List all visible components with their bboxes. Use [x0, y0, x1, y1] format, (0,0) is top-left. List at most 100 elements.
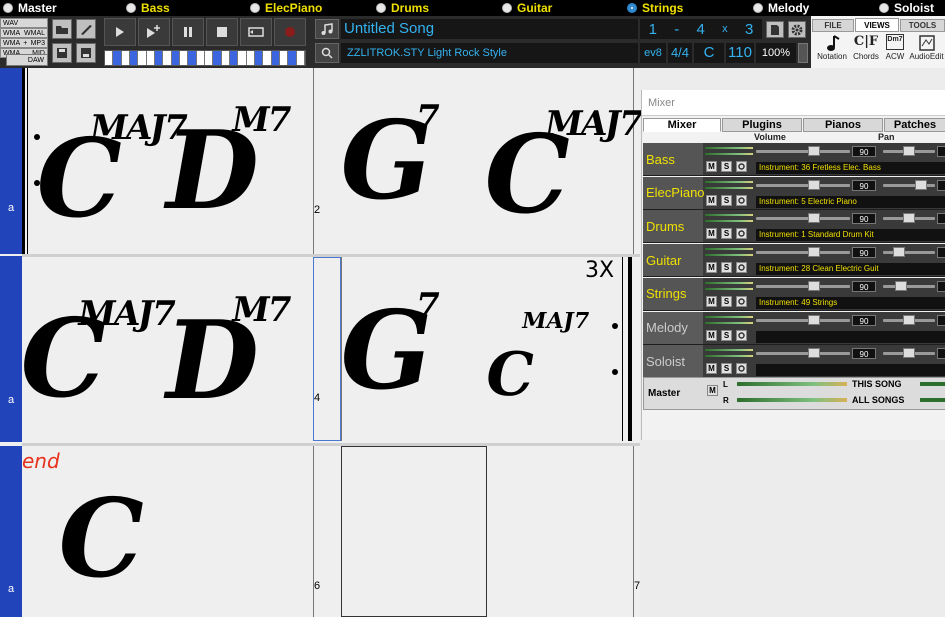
volume-value[interactable]: 90 — [852, 179, 876, 191]
song-form-button[interactable] — [766, 21, 784, 38]
track-name[interactable]: Soloist — [643, 345, 703, 378]
track-settings-button[interactable] — [736, 329, 747, 341]
pause-button[interactable] — [172, 18, 204, 46]
piano-key[interactable] — [179, 51, 189, 65]
solo-button[interactable]: S — [721, 295, 732, 307]
chord-root[interactable]: C — [47, 476, 155, 602]
track-name[interactable]: Melody — [643, 311, 703, 344]
tab-patches[interactable]: Patches — [884, 118, 945, 132]
track-settings-button[interactable] — [736, 194, 747, 206]
volume-slider[interactable] — [756, 213, 850, 224]
piano-key[interactable] — [254, 51, 264, 65]
track-settings-button[interactable] — [736, 262, 747, 274]
mute-button[interactable]: M — [706, 161, 717, 172]
piano-key[interactable] — [263, 51, 272, 65]
track-name[interactable]: Bass — [643, 143, 703, 175]
piano-key[interactable] — [204, 51, 214, 65]
piano-key[interactable] — [288, 51, 297, 65]
piano-key[interactable] — [113, 51, 122, 65]
slider-knob[interactable] — [808, 280, 820, 291]
mute-button[interactable]: M — [706, 363, 717, 375]
row-tab[interactable]: a — [0, 68, 22, 254]
song-title[interactable]: Untitled Song — [341, 19, 638, 39]
radio-drums[interactable]: Drums — [376, 0, 429, 16]
this-song-volume[interactable] — [920, 382, 945, 386]
slider-knob[interactable] — [903, 146, 915, 156]
slider-knob[interactable] — [808, 314, 820, 325]
piano-key[interactable] — [271, 51, 280, 65]
piano-key[interactable] — [163, 51, 172, 65]
reverb-value[interactable] — [937, 179, 945, 191]
slider-knob[interactable] — [808, 213, 820, 224]
piano-key[interactable] — [146, 51, 155, 65]
notation-view-button[interactable]: Notation — [814, 34, 850, 61]
tab-tools[interactable]: TOOLS — [900, 19, 945, 32]
piano-key[interactable] — [279, 51, 289, 65]
style-search-button[interactable] — [315, 43, 339, 63]
style-picker-button[interactable] — [76, 19, 96, 39]
track-name[interactable]: ElecPiano — [643, 176, 705, 209]
slider-knob[interactable] — [895, 280, 907, 291]
volume-value[interactable]: 90 — [852, 146, 876, 157]
solo-button[interactable]: S — [721, 194, 732, 206]
chords-view-button[interactable]: C|F Chords — [850, 34, 882, 61]
piano-key[interactable] — [213, 51, 222, 65]
reverb-value[interactable] — [937, 247, 945, 259]
piano-key[interactable] — [121, 51, 130, 65]
volume-slider[interactable] — [756, 348, 850, 359]
volume-slider[interactable] — [756, 314, 850, 325]
mute-button[interactable]: M — [706, 194, 717, 206]
track-settings-button[interactable] — [736, 228, 747, 240]
instrument-label[interactable] — [756, 364, 945, 377]
audioedit-view-button[interactable]: AudioEdit — [908, 34, 945, 61]
acw-view-button[interactable]: Dm7 ACW — [882, 34, 908, 61]
piano-key[interactable] — [188, 51, 197, 65]
slider-knob[interactable] — [808, 146, 820, 156]
mute-button[interactable]: M — [706, 262, 717, 274]
pan-slider[interactable] — [883, 179, 935, 190]
solo-button[interactable]: S — [721, 329, 732, 341]
play-button[interactable] — [104, 18, 136, 46]
mute-button[interactable]: M — [706, 295, 717, 307]
slider-knob[interactable] — [915, 179, 927, 190]
track-settings-button[interactable] — [736, 295, 747, 307]
reverb-value[interactable] — [937, 280, 945, 292]
empty-bar-box[interactable] — [341, 446, 487, 617]
track-settings-button[interactable] — [736, 161, 747, 172]
reverb-value[interactable] — [937, 213, 945, 225]
tab-views[interactable]: VIEWS — [855, 18, 899, 32]
track-name[interactable]: Guitar — [643, 244, 703, 277]
tab-plugins[interactable]: Plugins — [722, 118, 802, 132]
style-name[interactable]: ZZLITROK.STY Light Rock Style — [341, 43, 638, 63]
pan-slider[interactable] — [883, 314, 935, 325]
volume-slider[interactable] — [756, 146, 850, 156]
radio-strings[interactable]: Strings — [627, 0, 683, 16]
instrument-label[interactable]: Instrument: 36 Fretless Elec. Bass — [756, 162, 945, 174]
mini-keyboard[interactable] — [104, 50, 306, 66]
daw-plugin-mode-button[interactable]: DAW — [6, 54, 48, 66]
key-signature[interactable]: C — [694, 43, 724, 63]
pan-slider[interactable] — [883, 247, 935, 258]
pan-slider[interactable] — [883, 146, 935, 156]
reverb-value[interactable] — [937, 314, 945, 326]
tempo-value[interactable]: 110 — [726, 43, 754, 63]
piano-key[interactable] — [221, 51, 230, 65]
slider-knob[interactable] — [808, 247, 820, 258]
volume-scroll[interactable] — [798, 43, 808, 63]
radio-elecpiano[interactable]: ElecPiano — [250, 0, 322, 16]
instrument-label[interactable]: Instrument: 5 Electric Piano — [756, 195, 945, 208]
master-volume[interactable]: 100% — [756, 43, 796, 63]
wav-button[interactable]: WAV — [0, 18, 48, 28]
piano-key[interactable] — [238, 51, 247, 65]
slider-knob[interactable] — [903, 348, 915, 359]
pan-slider[interactable] — [883, 213, 935, 224]
record-button[interactable] — [274, 18, 306, 46]
slider-knob[interactable] — [903, 314, 915, 325]
solo-button[interactable]: S — [721, 363, 732, 375]
time-signature[interactable]: 4/4 — [668, 43, 692, 63]
volume-value[interactable]: 90 — [852, 348, 876, 360]
volume-slider[interactable] — [756, 280, 850, 291]
volume-value[interactable]: 90 — [852, 280, 876, 292]
wmal-button[interactable]: WMA WMAL — [0, 28, 48, 38]
track-name[interactable]: Drums — [643, 210, 703, 243]
